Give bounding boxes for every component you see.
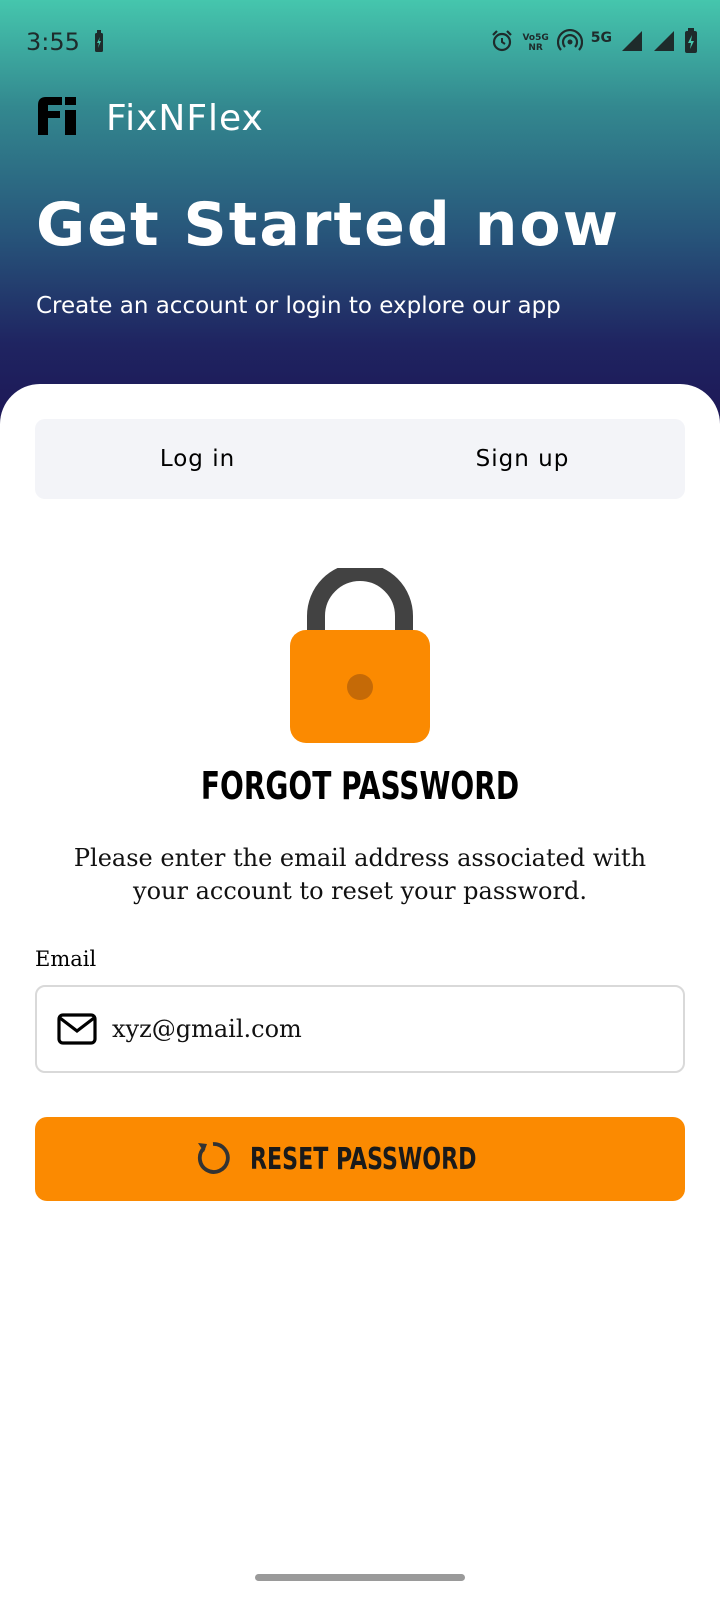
battery-icon bbox=[684, 28, 698, 58]
status-icons: Vo5G NR 5G bbox=[490, 28, 698, 58]
email-input[interactable] bbox=[112, 1001, 672, 1057]
auth-tabs: Log in Sign up bbox=[35, 419, 685, 499]
lock-icon bbox=[289, 563, 431, 748]
brand: FixNFlex bbox=[38, 96, 263, 140]
tab-log-in[interactable]: Log in bbox=[35, 419, 360, 499]
mail-icon bbox=[57, 1013, 97, 1049]
vonr-indicator: Vo5G NR bbox=[522, 33, 549, 53]
network-type: 5G bbox=[590, 30, 612, 46]
battery-saver-icon bbox=[93, 30, 105, 58]
reset-password-button[interactable]: RESET PASSWORD bbox=[35, 1117, 685, 1201]
hotspot-icon bbox=[556, 28, 583, 57]
forgot-password-description: Please enter the email address associate… bbox=[73, 844, 647, 905]
refresh-icon bbox=[194, 1139, 232, 1180]
status-time: 3:55 bbox=[26, 28, 80, 56]
status-bar: 3:55 Vo5G NR 5G bbox=[0, 0, 720, 86]
alarm-icon bbox=[490, 29, 514, 57]
hero-subtitle: Create an account or login to explore ou… bbox=[36, 293, 561, 319]
forgot-password-title: FORGOT PASSWORD bbox=[200, 764, 520, 808]
email-field[interactable] bbox=[35, 985, 685, 1073]
reset-password-label: RESET PASSWORD bbox=[249, 1141, 477, 1177]
signal-icon bbox=[620, 29, 644, 57]
signal-icon bbox=[652, 29, 676, 57]
fixnflex-logo-icon bbox=[38, 97, 78, 139]
brand-name: FixNFlex bbox=[106, 98, 264, 139]
tab-sign-up[interactable]: Sign up bbox=[360, 419, 685, 499]
email-label: Email bbox=[35, 947, 97, 971]
home-indicator[interactable] bbox=[255, 1574, 465, 1581]
hero-title: Get Started now bbox=[36, 190, 621, 260]
